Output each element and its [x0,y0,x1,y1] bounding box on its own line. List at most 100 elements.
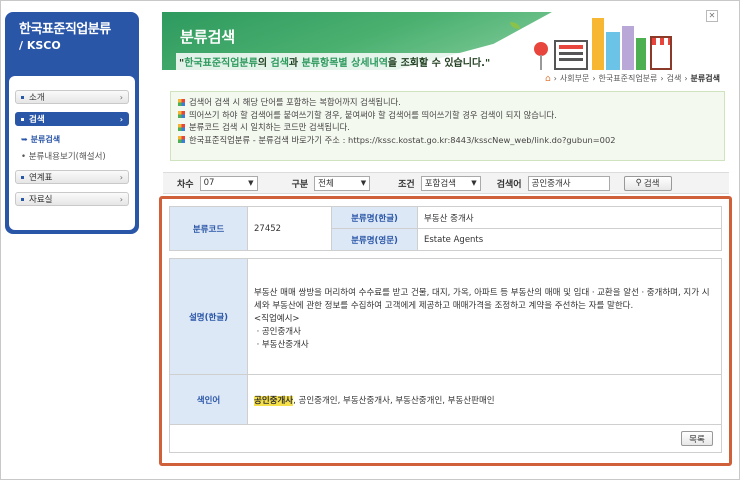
tip-row: 검색어 검색 시 해당 단어를 포함하는 복합어까지 검색됩니다. [178,96,717,109]
type-label: 구분 [291,179,309,190]
degree-label: 차수 [177,179,194,190]
name-en-value: Estate Agents [417,228,722,251]
sidebar-submenu: ➥ 분류검색 • 분류내용보기(해설서) [15,134,129,162]
type-select[interactable]: 전체 ▼ [314,175,371,191]
sidebar-item-archive[interactable]: 자료실 › [15,192,129,206]
lollipop-stick [540,55,542,70]
tip-row: 한국표준직업분류 - 분류검색 바로가기 주소 : https://kssc.k… [178,134,717,147]
bullet-icon: • [21,152,27,162]
tip-text: 분류코드 검색 시 일치하는 코드만 검색됩니다. [189,122,350,132]
keyword-label: 검색어 [496,179,522,190]
chevron-down-icon: ▼ [471,179,477,187]
desc-text: 을 조회할 수 있습니다." [387,58,491,69]
tip-text[interactable]: 한국표준직업분류 - 분류검색 바로가기 주소 : https://kssc.k… [189,134,616,147]
search-icon: ⚲ [635,178,642,188]
chevron-right-icon: › [119,172,123,182]
tower-icon [622,26,634,70]
breadcrumb-current: 분류검색 [690,74,720,83]
code-header: 분류코드 [169,206,248,251]
sidebar-item-linktable[interactable]: 연계표 › [15,170,129,184]
breadcrumb-sep: › [592,74,596,83]
sidebar-item-label: 검색 [29,115,45,125]
tip-text: 검색어 검색 시 해당 단어를 포함하는 복합어까지 검색됩니다. [189,97,401,107]
chevron-right-icon: › [119,92,123,102]
search-button[interactable]: ⚲ 검색 [623,175,672,191]
index-header: 색인어 [169,374,248,425]
select-value: 포함검색 [424,179,456,189]
submenu-item-classification-search[interactable]: ➥ 분류검색 [21,134,129,145]
breadcrumb-sep: › [553,74,557,83]
tip-row: 띄어쓰기 하야 할 검색어를 붙여쓰기할 경우, 붙여써야 할 검색어를 띄어쓰… [178,109,717,122]
lollipop-icon [534,42,548,56]
breadcrumb-item[interactable]: 한국표준직업분류 [599,73,658,84]
logo-subtitle: / KSCO [19,39,61,52]
example-item: ㆍ공인중개사 [254,327,301,337]
tip-text: 띄어쓰기 하야 할 검색어를 붙여쓰기할 경우, 붙여써야 할 검색어를 띄어쓰… [189,109,557,120]
desc-highlight: 검색 [270,58,289,69]
desc-highlight: 분류항목별 상세내역 [301,58,388,69]
page-title: 분류검색 [180,28,236,46]
page-description: "한국표준직업분류의 검색과 분류항목별 상세내역을 조회할 수 있습니다." [176,53,494,70]
search-bar: 차수 07 ▼ 구분 전체 ▼ 조건 포함검색 ▼ 검색어 공인중개사 ⚲ 검색 [163,172,729,194]
submenu-label: 분류내용보기(해설서) [28,152,106,162]
chevron-down-icon: ▼ [248,179,254,187]
breadcrumb-item[interactable]: 사회부문 [560,73,589,84]
sidebar-item-intro[interactable]: 소개 › [15,90,129,104]
desc-text: 과 [288,58,302,69]
example-item: ㆍ부동산중개사 [254,340,309,350]
bullet-icon [21,175,24,179]
tower-icon [636,38,646,70]
search-button-label: 검색 [643,179,660,189]
breadcrumb-item[interactable]: 검색 [667,73,682,84]
name-ko-value: 부동산 중개사 [417,206,722,229]
name-ko-header: 분류명(한글) [331,206,418,229]
submenu-item-view-contents[interactable]: • 분류내용보기(해설서) [21,150,129,162]
building-icon [554,40,588,70]
condition-select[interactable]: 포함검색 ▼ [420,175,481,191]
arrow-icon: ➥ [21,135,28,144]
select-value: 전체 [318,179,334,189]
index-highlight: 공인중개사 [254,395,294,406]
sidebar-item-label: 연계표 [29,173,53,183]
bullet-icon [21,117,24,121]
tip-row: 분류코드 검색 시 일치하는 코드만 검색됩니다. [178,121,717,134]
search-tips-box: 검색어 검색 시 해당 단어를 포함하는 복합어까지 검색됩니다. 띄어쓰기 하… [170,91,725,161]
desc-value: 부동산 매매 쌍방을 머리하여 수수료를 받고 건물, 대지, 가옥, 아파트 … [247,258,722,375]
desc-text: 의 [257,58,271,69]
breadcrumb-sep: › [660,74,664,83]
header-banner: 분류검색 "한국표준직업분류의 검색과 분류항목별 상세내역을 조회할 수 있습… [162,12,720,70]
bullet-icon [21,197,24,201]
sidebar-item-label: 자료실 [29,195,53,205]
row-spacer [169,250,722,259]
index-rest: , 공인중개인, 부동산중개사, 부동산중개인, 부동산판매인 [293,395,495,406]
select-value: 07 [203,178,215,188]
bullet-square-icon [178,136,185,144]
breadcrumb-sep: › [684,74,688,83]
code-value: 27452 [247,206,332,251]
submenu-label: 분류검색 [30,135,61,144]
close-icon[interactable]: ✕ [706,10,718,22]
list-button[interactable]: 목록 [681,431,713,446]
bullet-square-icon [178,123,185,131]
chevron-right-icon: › [119,114,123,124]
keyword-input[interactable]: 공인중개사 [527,175,610,191]
home-icon[interactable]: ⌂ [545,74,551,84]
result-table: 분류코드 27452 분류명(한글) 부동산 중개사 분류명(영문) Estat… [169,206,722,425]
desc-highlight: 한국표준직업분류 [184,58,258,69]
sidebar-item-search[interactable]: 검색 › [15,112,129,126]
condition-label: 조건 [398,179,415,190]
ksco-logo[interactable]: 한국표준직업분류 / KSCO [9,16,135,76]
bullet-icon [21,95,24,99]
sidebar-item-label: 소개 [29,93,45,103]
shop-icon [650,36,672,70]
example-title: <직업예시> [254,314,300,324]
result-footer: 목록 [169,425,722,453]
result-panel: 분류코드 27452 분류명(한글) 부동산 중개사 분류명(영문) Estat… [159,196,732,466]
name-en-header: 분류명(영문) [331,228,418,251]
tower-icon [592,18,604,70]
sidebar: 한국표준직업분류 / KSCO 소개 › 검색 › ➥ 분류검색 • 분류내용보… [5,12,139,234]
bullet-square-icon [178,111,185,119]
degree-select[interactable]: 07 ▼ [199,175,258,191]
tower-icon [606,32,620,70]
sidebar-menu: 소개 › 검색 › ➥ 분류검색 • 분류내용보기(해설서) 연계표 › 자료실… [9,76,135,230]
